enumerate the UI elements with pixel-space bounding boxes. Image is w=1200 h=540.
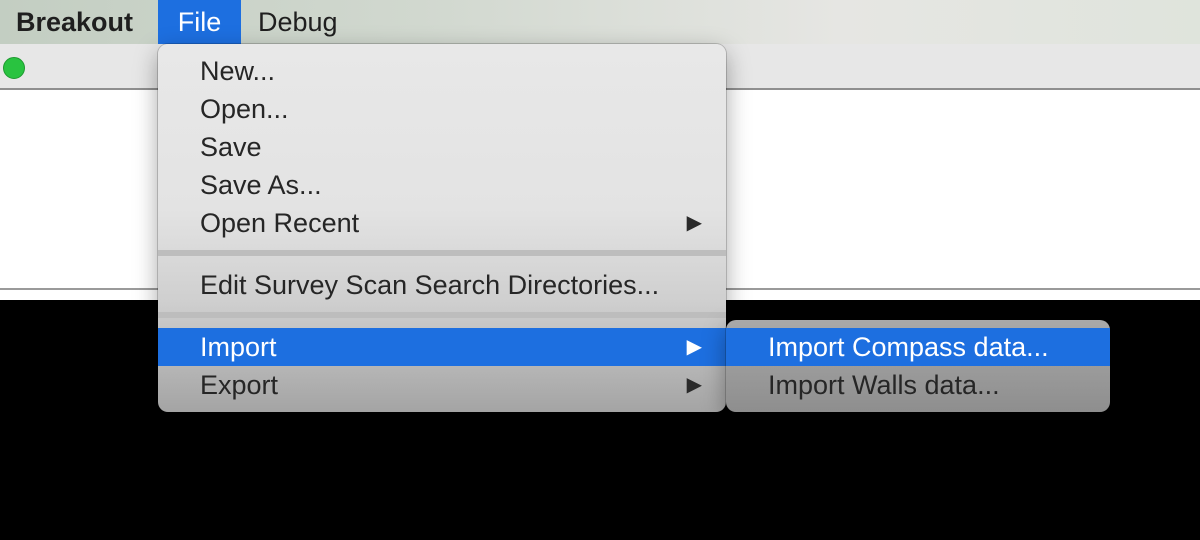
menu-item-import-walls-data[interactable]: Import Walls data... bbox=[726, 366, 1110, 404]
menu-item-import[interactable]: Import ▶ bbox=[158, 328, 726, 366]
menu-item-save[interactable]: Save bbox=[158, 128, 726, 166]
menu-item-open[interactable]: Open... bbox=[158, 90, 726, 128]
menu-separator bbox=[158, 250, 726, 256]
menu-debug[interactable]: Debug bbox=[258, 0, 338, 44]
file-menu-dropdown: New... Open... Save Save As... Open Rece… bbox=[158, 44, 726, 412]
menu-item-save-as[interactable]: Save As... bbox=[158, 166, 726, 204]
submenu-arrow-icon: ▶ bbox=[686, 374, 702, 396]
menu-item-label: Import bbox=[200, 332, 277, 362]
menu-item-label: Save As... bbox=[200, 170, 322, 200]
menu-item-label: Import Compass data... bbox=[768, 332, 1049, 362]
menu-item-label: Import Walls data... bbox=[768, 370, 1000, 400]
menu-item-label: Open Recent bbox=[200, 208, 360, 238]
green-traffic-light-icon[interactable] bbox=[3, 57, 25, 79]
menu-item-open-recent[interactable]: Open Recent ▶ bbox=[158, 204, 726, 242]
submenu-arrow-icon: ▶ bbox=[686, 336, 702, 358]
import-submenu: Import Compass data... Import Walls data… bbox=[726, 320, 1110, 412]
menu-file[interactable]: File bbox=[158, 0, 241, 44]
menu-item-import-compass-data[interactable]: Import Compass data... bbox=[726, 328, 1110, 366]
menu-item-label: Export bbox=[200, 370, 279, 400]
menu-bar: Breakout File Debug bbox=[0, 0, 1200, 44]
menu-item-label: Open... bbox=[200, 94, 289, 124]
menu-item-edit-survey-scan-search-directories[interactable]: Edit Survey Scan Search Directories... bbox=[158, 266, 726, 304]
menu-item-new[interactable]: New... bbox=[158, 52, 726, 90]
menu-item-label: Save bbox=[200, 132, 262, 162]
app-menu-breakout[interactable]: Breakout bbox=[16, 0, 133, 44]
menu-separator bbox=[158, 312, 726, 318]
menu-item-label: Edit Survey Scan Search Directories... bbox=[200, 270, 660, 300]
menu-item-export[interactable]: Export ▶ bbox=[158, 366, 726, 404]
submenu-arrow-icon: ▶ bbox=[686, 212, 702, 234]
menu-item-label: New... bbox=[200, 56, 276, 86]
